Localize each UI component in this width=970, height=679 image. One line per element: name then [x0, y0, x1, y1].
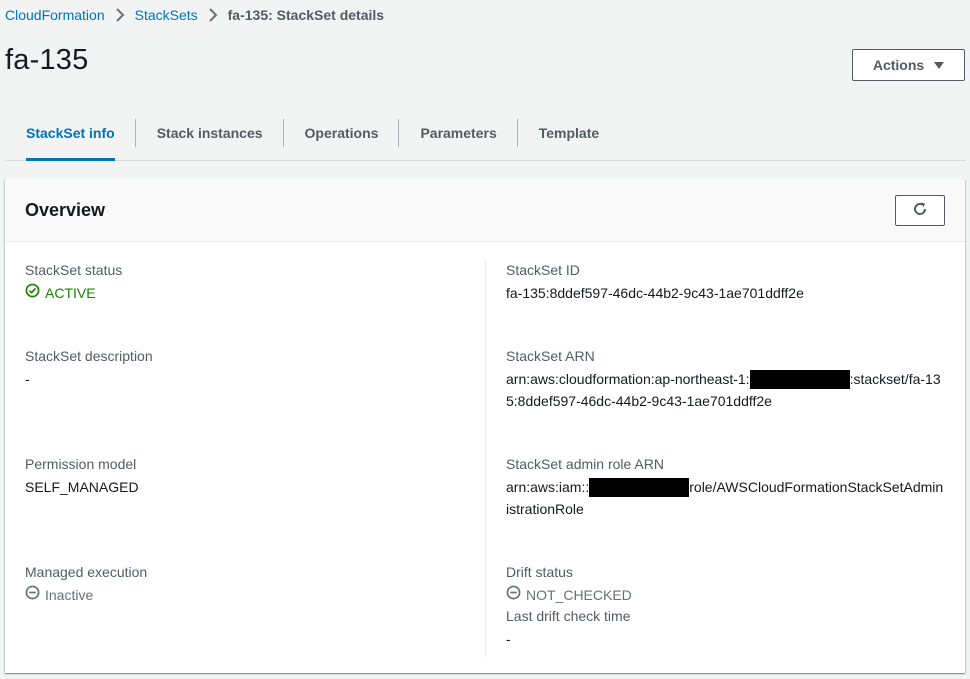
- page-title: fa-135: [5, 44, 89, 76]
- stackset-arn-value: arn:aws:cloudformation:ap-northeast-1::s…: [506, 368, 946, 412]
- drift-status-value: NOT_CHECKED: [506, 584, 946, 606]
- actions-button[interactable]: Actions: [852, 49, 965, 81]
- managed-execution-value: Inactive: [25, 584, 465, 606]
- stackset-description-field: StackSet description -: [25, 346, 465, 390]
- check-circle-icon: [25, 282, 40, 304]
- drift-status-text: NOT_CHECKED: [526, 587, 632, 603]
- chevron-right-icon: [115, 8, 125, 22]
- refresh-icon: [912, 201, 928, 220]
- stackset-status-field: StackSet status ACTIVE: [25, 260, 465, 304]
- redacted-account-id: [749, 369, 850, 389]
- breadcrumb-cloudformation[interactable]: CloudFormation: [5, 7, 105, 23]
- column-divider: [485, 259, 486, 657]
- permission-model-label: Permission model: [25, 456, 137, 472]
- chevron-right-icon: [208, 8, 218, 22]
- breadcrumb-current: fa-135: StackSet details: [227, 7, 385, 23]
- breadcrumb-stacksets[interactable]: StackSets: [135, 7, 198, 23]
- minus-circle-icon: [25, 584, 40, 606]
- stackset-description-value: -: [25, 371, 30, 387]
- overview-title: Overview: [25, 200, 106, 220]
- stackset-id-value: fa-135:8ddef597-46dc-44b2-9c43-1ae701ddf…: [506, 285, 804, 301]
- tab-stack-instances[interactable]: Stack instances: [157, 106, 263, 160]
- admin-role-arn-value: arn:aws:iam:: role/AWSCloudFormationStack…: [506, 476, 946, 520]
- permission-model-value: SELF_MANAGED: [25, 479, 139, 495]
- tab-parameters[interactable]: Parameters: [420, 106, 496, 160]
- drift-status-field: Drift status NOT_CHECKED Last drift chec…: [506, 562, 946, 650]
- managed-execution-label: Managed execution: [25, 564, 148, 580]
- last-drift-check-label: Last drift check time: [506, 608, 631, 624]
- managed-execution-text: Inactive: [45, 587, 94, 603]
- stackset-arn-label: StackSet ARN: [506, 348, 595, 364]
- stackset-status-value: ACTIVE: [25, 282, 465, 304]
- overview-panel: Overview StackSet status ACTIVE StackSet…: [5, 179, 965, 673]
- stackset-arn-field: StackSet ARN arn:aws:cloudformation:ap-n…: [506, 346, 946, 412]
- permission-model-field: Permission model SELF_MANAGED: [25, 454, 465, 498]
- stackset-status-text: ACTIVE: [45, 285, 96, 301]
- overview-header: Overview: [5, 179, 965, 242]
- managed-execution-field: Managed execution Inactive: [25, 562, 465, 606]
- tab-stackset-info[interactable]: StackSet info: [26, 106, 115, 161]
- tab-bar: StackSet info Stack instances Operations…: [5, 106, 966, 161]
- drift-status-label: Drift status: [506, 564, 573, 580]
- last-drift-check-value: -: [506, 631, 511, 647]
- redacted-account-id: [589, 477, 690, 497]
- tab-operations[interactable]: Operations: [305, 106, 379, 160]
- stackset-arn-prefix: arn:aws:cloudformation:ap-northeast-1:: [506, 371, 750, 387]
- refresh-button[interactable]: [895, 195, 945, 226]
- stackset-description-label: StackSet description: [25, 348, 153, 364]
- caret-down-icon: [934, 61, 945, 69]
- admin-role-arn-field: StackSet admin role ARN arn:aws:iam:: rol…: [506, 454, 946, 520]
- minus-circle-icon: [506, 584, 521, 606]
- stackset-id-label: StackSet ID: [506, 262, 580, 278]
- stackset-status-label: StackSet status: [25, 262, 123, 278]
- actions-button-label: Actions: [872, 57, 925, 73]
- stackset-id-field: StackSet ID fa-135:8ddef597-46dc-44b2-9c…: [506, 260, 946, 304]
- breadcrumb: CloudFormation StackSets fa-135: StackSe…: [5, 5, 384, 25]
- tab-template[interactable]: Template: [539, 106, 599, 160]
- admin-role-arn-prefix: arn:aws:iam::: [506, 479, 590, 495]
- admin-role-arn-label: StackSet admin role ARN: [506, 456, 664, 472]
